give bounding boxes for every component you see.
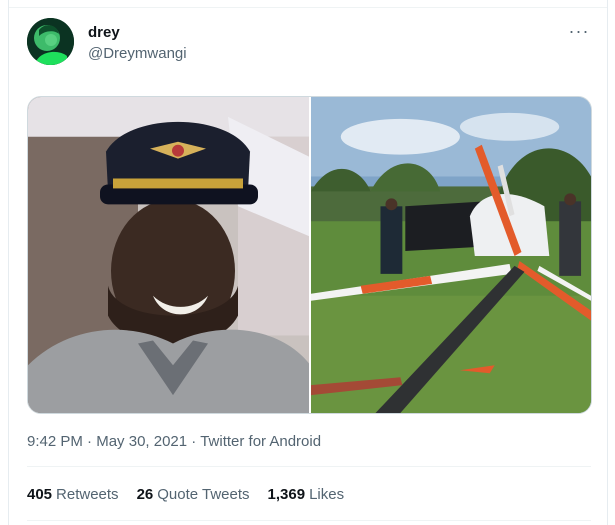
retweets-count: 405 [27, 486, 53, 503]
avatar-image [27, 18, 74, 65]
more-horizontal-icon[interactable]: ··· [567, 21, 591, 41]
media-photo-helicopter[interactable] [311, 97, 591, 413]
meta-separator: · [82, 433, 97, 450]
tweet-card: drey @Dreymwangi ··· 9:42 PM · May 30, 2… [8, 0, 608, 525]
likes-count: 1,369 [267, 486, 306, 503]
tweet-metadata: 9:42 PM · May 30, 2021 · Twitter for And… [27, 433, 321, 450]
tweet-time[interactable]: 9:42 PM [27, 433, 83, 450]
divider-stats [27, 520, 591, 521]
likes-label: Likes [309, 486, 345, 503]
tweet-source[interactable]: Twitter for Android [200, 433, 321, 450]
likes-stat[interactable]: 1,369 Likes [268, 486, 345, 503]
retweets-label: Retweets [56, 486, 119, 503]
quote-tweets-count: 26 [136, 486, 154, 503]
engagement-stats: 405 Retweets 26 Quote Tweets 1,369 Likes [27, 486, 344, 503]
pilot-photo-image [28, 97, 309, 413]
avatar[interactable] [27, 18, 74, 65]
divider-meta [27, 466, 591, 467]
display-name[interactable]: drey [88, 24, 120, 41]
quote-tweets-label: Quote Tweets [157, 486, 250, 503]
retweets-stat[interactable]: 405 Retweets [27, 486, 119, 503]
meta-separator: · [187, 433, 201, 450]
top-divider [9, 7, 607, 8]
user-handle[interactable]: @Dreymwangi [88, 45, 187, 62]
quote-tweets-stat[interactable]: 26 Quote Tweets [137, 486, 250, 503]
helicopter-photo-image [311, 97, 591, 413]
tweet-date[interactable]: May 30, 2021 [96, 433, 187, 450]
media-grid [27, 96, 592, 414]
media-photo-pilot[interactable] [28, 97, 311, 413]
